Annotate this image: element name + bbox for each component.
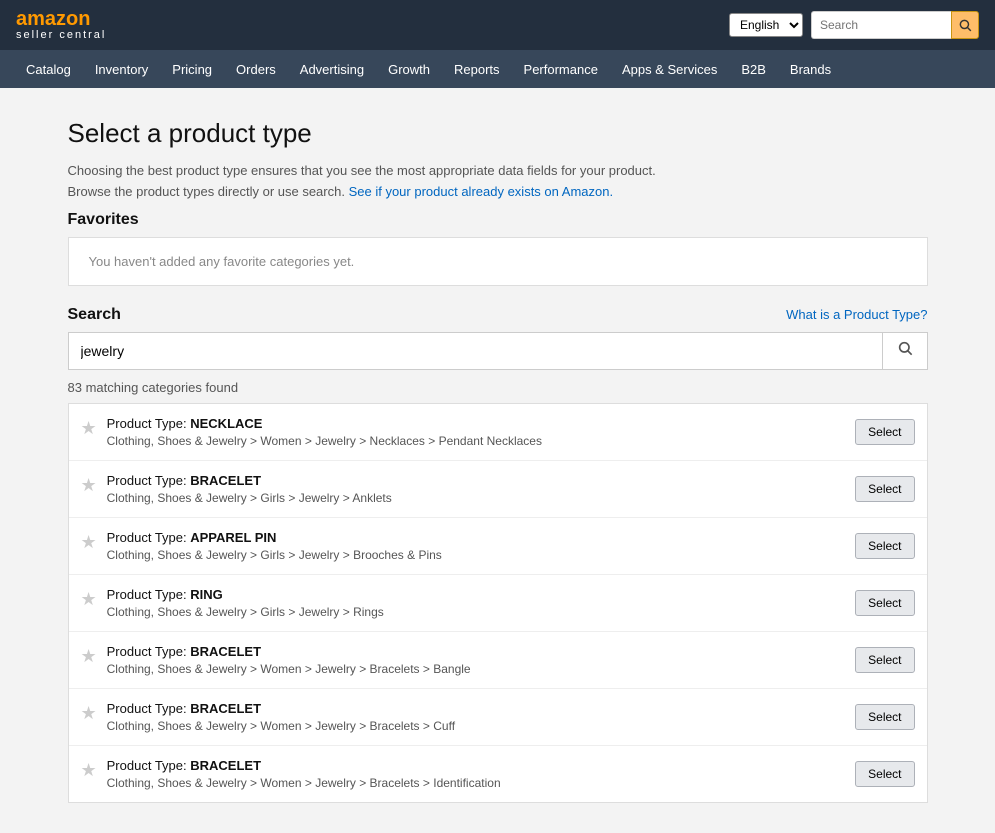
product-search-input[interactable] bbox=[69, 333, 882, 369]
result-type-label: Product Type: bbox=[107, 416, 191, 431]
select-button[interactable]: Select bbox=[855, 533, 914, 559]
header: amazon seller central English bbox=[0, 0, 995, 50]
nav-item-orders[interactable]: Orders bbox=[226, 54, 286, 85]
product-exists-link[interactable]: See if your product already exists on Am… bbox=[349, 184, 613, 199]
result-item: ★ Product Type: BRACELET Clothing, Shoes… bbox=[69, 632, 927, 689]
result-title: Product Type: BRACELET bbox=[107, 644, 846, 659]
favorites-section: Favorites You haven't added any favorite… bbox=[68, 211, 928, 286]
search-section-label: Search bbox=[68, 306, 121, 324]
nav-item-reports[interactable]: Reports bbox=[444, 54, 510, 85]
favorites-empty-text: You haven't added any favorite categorie… bbox=[89, 254, 355, 269]
result-title: Product Type: APPAREL PIN bbox=[107, 530, 846, 545]
select-button[interactable]: Select bbox=[855, 761, 914, 787]
favorites-box: You haven't added any favorite categorie… bbox=[68, 237, 928, 286]
select-button[interactable]: Select bbox=[855, 647, 914, 673]
result-path: Clothing, Shoes & Jewelry > Girls > Jewe… bbox=[107, 491, 846, 505]
main-content: Select a product type Choosing the best … bbox=[48, 118, 948, 803]
result-type-label: Product Type: bbox=[107, 530, 191, 545]
result-path: Clothing, Shoes & Jewelry > Girls > Jewe… bbox=[107, 548, 846, 562]
what-is-product-type-link[interactable]: What is a Product Type? bbox=[786, 307, 927, 322]
result-type-name: BRACELET bbox=[190, 473, 261, 488]
header-search-button[interactable] bbox=[951, 11, 979, 39]
search-header: Search What is a Product Type? bbox=[68, 306, 928, 324]
select-button[interactable]: Select bbox=[855, 476, 914, 502]
result-item: ★ Product Type: BRACELET Clothing, Shoes… bbox=[69, 461, 927, 518]
logo-sub: seller central bbox=[16, 29, 106, 41]
result-type-label: Product Type: bbox=[107, 758, 191, 773]
result-info: Product Type: BRACELET Clothing, Shoes &… bbox=[107, 473, 846, 505]
favorite-star-icon[interactable]: ★ bbox=[81, 475, 97, 496]
description-line2: Browse the product types directly or use… bbox=[68, 184, 345, 199]
select-button[interactable]: Select bbox=[855, 704, 914, 730]
product-search-button[interactable] bbox=[882, 333, 927, 369]
favorites-label: Favorites bbox=[68, 211, 928, 229]
result-title: Product Type: BRACELET bbox=[107, 758, 846, 773]
result-path: Clothing, Shoes & Jewelry > Women > Jewe… bbox=[107, 434, 846, 448]
nav-item-inventory[interactable]: Inventory bbox=[85, 54, 158, 85]
description: Choosing the best product type ensures t… bbox=[68, 161, 928, 203]
search-bar bbox=[811, 11, 979, 39]
result-type-label: Product Type: bbox=[107, 644, 191, 659]
result-title: Product Type: BRACELET bbox=[107, 701, 846, 716]
search-icon bbox=[958, 18, 972, 32]
nav-item-performance[interactable]: Performance bbox=[514, 54, 608, 85]
favorite-star-icon[interactable]: ★ bbox=[81, 532, 97, 553]
nav: Catalog Inventory Pricing Orders Adverti… bbox=[0, 50, 995, 88]
result-item: ★ Product Type: NECKLACE Clothing, Shoes… bbox=[69, 404, 927, 461]
nav-item-growth[interactable]: Growth bbox=[378, 54, 440, 85]
nav-item-pricing[interactable]: Pricing bbox=[162, 54, 222, 85]
result-info: Product Type: BRACELET Clothing, Shoes &… bbox=[107, 644, 846, 676]
result-title: Product Type: NECKLACE bbox=[107, 416, 846, 431]
result-item: ★ Product Type: BRACELET Clothing, Shoes… bbox=[69, 746, 927, 802]
search-icon bbox=[897, 340, 913, 356]
result-type-label: Product Type: bbox=[107, 587, 191, 602]
search-section: Search What is a Product Type? 83 matchi… bbox=[68, 306, 928, 803]
header-right: English bbox=[729, 11, 979, 39]
result-type-name: RING bbox=[190, 587, 223, 602]
select-button[interactable]: Select bbox=[855, 590, 914, 616]
result-type-name: BRACELET bbox=[190, 644, 261, 659]
result-path: Clothing, Shoes & Jewelry > Women > Jewe… bbox=[107, 662, 846, 676]
result-info: Product Type: BRACELET Clothing, Shoes &… bbox=[107, 701, 846, 733]
favorite-star-icon[interactable]: ★ bbox=[81, 646, 97, 667]
result-info: Product Type: BRACELET Clothing, Shoes &… bbox=[107, 758, 846, 790]
language-selector[interactable]: English bbox=[729, 13, 803, 37]
result-item: ★ Product Type: APPAREL PIN Clothing, Sh… bbox=[69, 518, 927, 575]
result-type-name: APPAREL PIN bbox=[190, 530, 276, 545]
logo-text: amazon bbox=[16, 9, 106, 29]
nav-item-apps[interactable]: Apps & Services bbox=[612, 54, 727, 85]
favorite-star-icon[interactable]: ★ bbox=[81, 418, 97, 439]
result-path: Clothing, Shoes & Jewelry > Girls > Jewe… bbox=[107, 605, 846, 619]
result-path: Clothing, Shoes & Jewelry > Women > Jewe… bbox=[107, 719, 846, 733]
result-path: Clothing, Shoes & Jewelry > Women > Jewe… bbox=[107, 776, 846, 790]
favorite-star-icon[interactable]: ★ bbox=[81, 589, 97, 610]
page-title: Select a product type bbox=[68, 118, 928, 149]
results-count: 83 matching categories found bbox=[68, 380, 928, 395]
result-type-label: Product Type: bbox=[107, 701, 191, 716]
nav-item-advertising[interactable]: Advertising bbox=[290, 54, 374, 85]
logo-area: amazon seller central bbox=[16, 9, 106, 41]
result-type-name: BRACELET bbox=[190, 701, 261, 716]
select-button[interactable]: Select bbox=[855, 419, 914, 445]
result-item: ★ Product Type: BRACELET Clothing, Shoes… bbox=[69, 689, 927, 746]
result-title: Product Type: BRACELET bbox=[107, 473, 846, 488]
result-info: Product Type: RING Clothing, Shoes & Jew… bbox=[107, 587, 846, 619]
result-info: Product Type: NECKLACE Clothing, Shoes &… bbox=[107, 416, 846, 448]
favorite-star-icon[interactable]: ★ bbox=[81, 760, 97, 781]
nav-item-brands[interactable]: Brands bbox=[780, 54, 841, 85]
result-item: ★ Product Type: RING Clothing, Shoes & J… bbox=[69, 575, 927, 632]
nav-item-b2b[interactable]: B2B bbox=[731, 54, 776, 85]
result-info: Product Type: APPAREL PIN Clothing, Shoe… bbox=[107, 530, 846, 562]
product-search-wrapper bbox=[68, 332, 928, 370]
result-type-name: NECKLACE bbox=[190, 416, 262, 431]
result-title: Product Type: RING bbox=[107, 587, 846, 602]
result-type-name: BRACELET bbox=[190, 758, 261, 773]
results-list: ★ Product Type: NECKLACE Clothing, Shoes… bbox=[68, 403, 928, 803]
favorite-star-icon[interactable]: ★ bbox=[81, 703, 97, 724]
description-line1: Choosing the best product type ensures t… bbox=[68, 163, 656, 178]
nav-item-catalog[interactable]: Catalog bbox=[16, 54, 81, 85]
header-search-input[interactable] bbox=[811, 11, 951, 39]
result-type-label: Product Type: bbox=[107, 473, 191, 488]
